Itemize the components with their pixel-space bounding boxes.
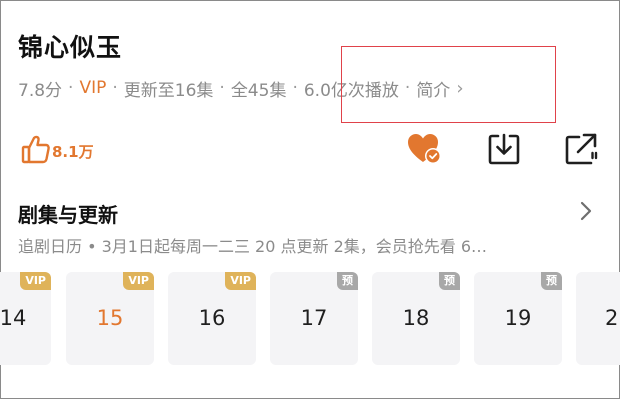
episode-number: 16 [198,306,226,330]
download-icon [488,133,520,165]
episode-number: 19 [504,306,532,330]
rating: 7.8分 [18,80,63,101]
episode-number: 17 [300,306,328,330]
separator: · [112,78,118,98]
vip-badge: VIP [225,272,256,290]
episodes-section-subtitle: 追剧日历 • 3月1日起每周一二三 20 点更新 2集，会员抢先看 6… [18,237,488,256]
download-button[interactable] [486,131,522,167]
drama-title: 锦心似玉 [18,33,123,62]
episode-number: 15 [96,306,124,330]
episodes-section-title[interactable]: 剧集与更新 [18,199,118,228]
episode-number: 2 [605,306,619,330]
preview-badge: 预 [439,272,460,290]
separator: · [68,78,74,98]
episode-list: VIP 14 VIP 15 VIP 16 预 17 预 18 预 19 2 [0,272,620,365]
episode-number: 18 [402,306,430,330]
separator: · [219,78,225,98]
separator: · [292,78,298,98]
like-count: 8.1万 [52,143,94,161]
episode-item[interactable]: 预 18 [372,272,460,365]
episode-item[interactable]: VIP 14 [0,272,51,365]
vip-label: VIP [79,78,107,98]
like-button[interactable]: 8.1万 [20,133,94,165]
vip-badge: VIP [20,272,51,290]
share-button[interactable] [563,131,599,167]
share-icon [565,133,598,165]
highlight-box [341,46,556,123]
episode-item[interactable]: 2 [576,272,620,365]
heart-check-icon [408,134,441,164]
episode-number: 14 [0,306,27,330]
vip-badge: VIP [123,272,154,290]
episode-item[interactable]: VIP 16 [168,272,256,365]
preview-badge: 预 [541,272,562,290]
update-status: 更新至16集 [123,80,214,101]
episode-item[interactable]: VIP 15 [66,272,154,365]
follow-button[interactable] [406,131,442,167]
episode-item[interactable]: 预 19 [474,272,562,365]
chevron-right-icon[interactable] [576,199,596,223]
total-episodes: 全45集 [230,80,287,101]
thumbs-up-icon [21,135,50,164]
episode-item[interactable]: 预 17 [270,272,358,365]
preview-badge: 预 [337,272,358,290]
